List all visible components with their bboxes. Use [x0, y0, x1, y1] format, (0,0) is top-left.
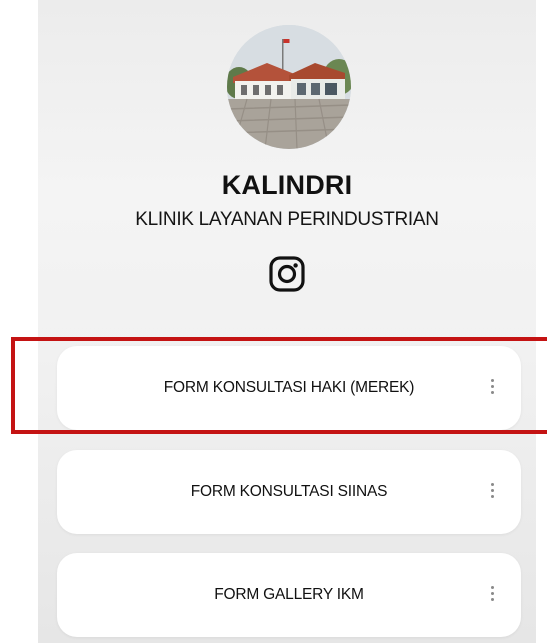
linktree-page: KALINDRI KLINIK LAYANAN PERINDUSTRIAN FO…: [0, 0, 547, 643]
profile-tagline: KLINIK LAYANAN PERINDUSTRIAN: [135, 209, 439, 230]
link-card-label: FORM KONSULTASI SIINAS: [190, 483, 388, 500]
avatar-photo: [227, 25, 351, 149]
highlight-box: [11, 337, 547, 434]
kebab-menu-icon[interactable]: [489, 483, 495, 501]
profile-name: KALINDRI: [221, 170, 353, 200]
instagram-icon[interactable]: [268, 255, 306, 293]
link-card-label: FORM GALLERY IKM: [214, 586, 364, 603]
link-card-konsultasi-siinas[interactable]: FORM KONSULTASI SIINAS: [57, 450, 521, 534]
kebab-menu-icon[interactable]: [489, 586, 495, 604]
link-card-gallery-ikm[interactable]: FORM GALLERY IKM: [57, 553, 521, 637]
profile-avatar: [227, 25, 351, 149]
